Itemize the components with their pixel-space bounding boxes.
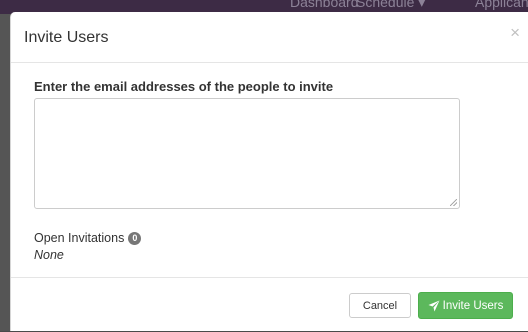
open-invitations-list: None xyxy=(34,248,64,262)
paper-plane-icon xyxy=(428,300,440,311)
invitations-count-badge: 0 xyxy=(128,231,142,245)
invite-users-button[interactable]: Invite Users xyxy=(418,292,513,319)
invite-users-label: Invite Users xyxy=(442,299,504,312)
open-invitations-label: Open Invitations xyxy=(34,231,125,245)
modal-header: Invite Users × xyxy=(11,12,528,63)
nav-item-applicants: Applicants xyxy=(475,0,528,10)
email-prompt-label: Enter the email addresses of the people … xyxy=(34,79,334,94)
email-addresses-textarea[interactable] xyxy=(34,98,460,209)
nav-item-schedule: Schedule ▾ xyxy=(356,0,426,10)
modal-footer: Cancel Invite Users xyxy=(11,277,528,332)
resize-handle-icon[interactable] xyxy=(450,199,457,206)
cancel-button[interactable]: Cancel xyxy=(349,293,411,318)
nav-item-dashboard: Dashboard xyxy=(290,0,359,10)
close-icon[interactable]: × xyxy=(510,24,520,41)
modal-title: Invite Users xyxy=(24,29,109,46)
open-invitations-heading: Open Invitations 0 xyxy=(34,231,142,245)
invite-users-modal: Invite Users × Enter the email addresses… xyxy=(10,12,528,331)
